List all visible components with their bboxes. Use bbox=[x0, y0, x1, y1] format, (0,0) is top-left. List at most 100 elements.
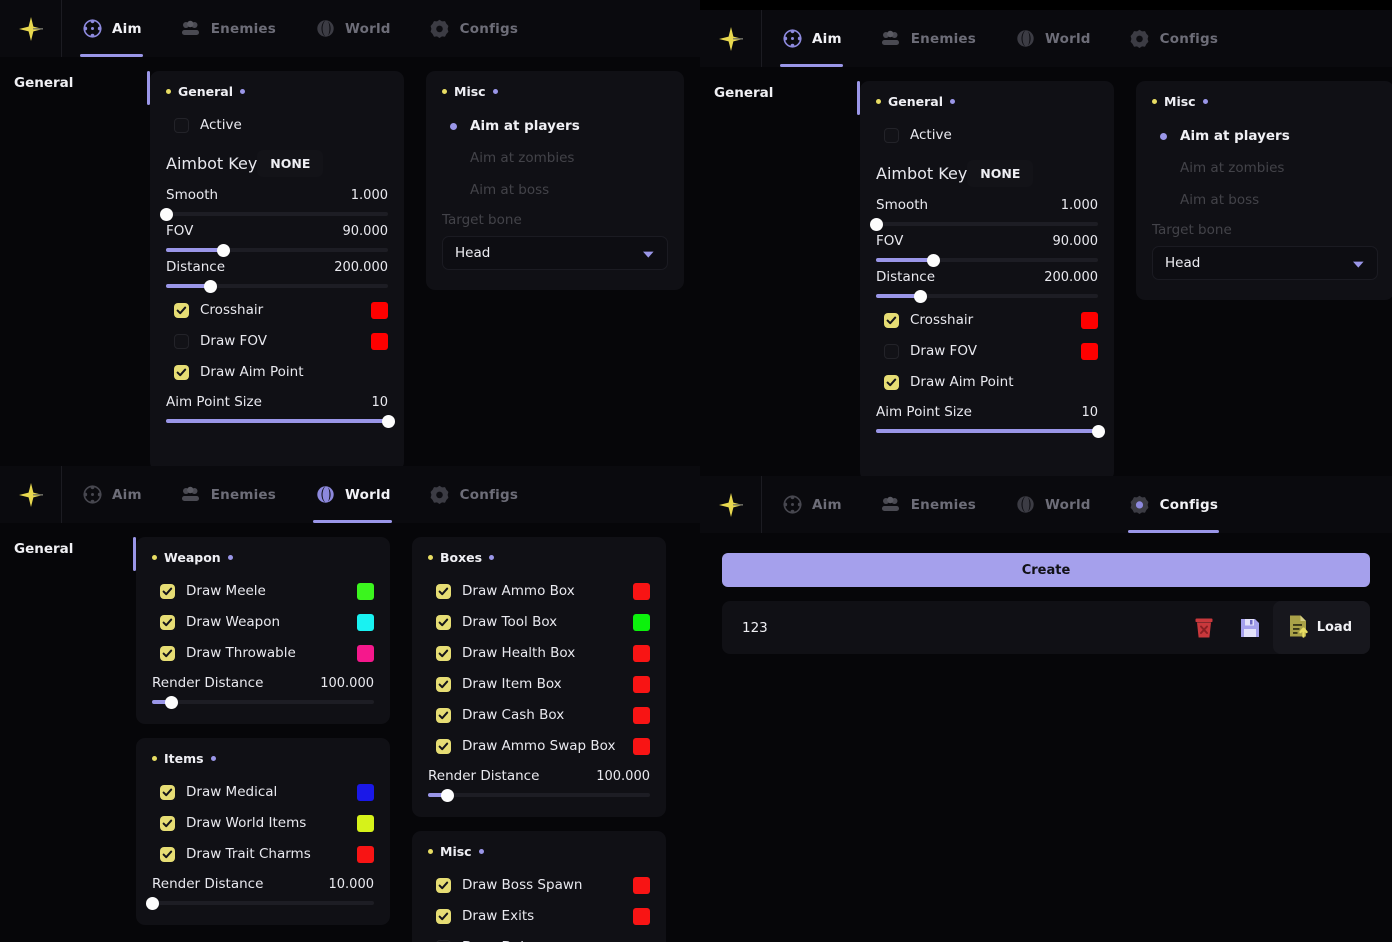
checkbox-checked-icon[interactable] bbox=[174, 302, 189, 318]
color-swatch[interactable] bbox=[633, 706, 650, 724]
toggle-draw-aim-point[interactable]: Draw Aim Point bbox=[876, 367, 1098, 397]
toggle-active[interactable]: Active bbox=[876, 120, 1098, 150]
tab-configs[interactable]: Configs bbox=[410, 466, 537, 523]
slider-aim-point-size[interactable]: Aim Point Size 10 bbox=[166, 394, 395, 428]
color-swatch[interactable] bbox=[633, 613, 650, 631]
toggle-draw-world-items[interactable]: Draw World Items bbox=[152, 808, 374, 838]
slider-knob[interactable] bbox=[1091, 424, 1105, 438]
option-aim-at-players[interactable]: Aim at players bbox=[442, 110, 668, 142]
trash-icon[interactable] bbox=[1181, 601, 1227, 654]
toggle-draw-ammo-box[interactable]: Draw Ammo Box bbox=[428, 576, 650, 606]
slider-track[interactable] bbox=[166, 414, 395, 428]
checkbox-unchecked-icon[interactable] bbox=[884, 127, 899, 143]
color-swatch[interactable] bbox=[1081, 311, 1098, 329]
toggle-draw-medical[interactable]: Draw Medical bbox=[152, 777, 374, 807]
color-swatch[interactable] bbox=[633, 582, 650, 600]
color-swatch[interactable] bbox=[371, 301, 388, 319]
toggle-draw-item-box[interactable]: Draw Item Box bbox=[428, 669, 650, 699]
option-aim-at-boss[interactable]: Aim at boss bbox=[1152, 184, 1378, 216]
slider-fov[interactable]: FOV 90.000 bbox=[166, 223, 388, 257]
toggle-draw-cash-box[interactable]: Draw Cash Box bbox=[428, 700, 650, 730]
toggle-draw-trait-charms[interactable]: Draw Trait Charms bbox=[152, 839, 374, 869]
checkbox-checked-icon[interactable] bbox=[436, 614, 451, 630]
aimbot-key-button[interactable]: NONE bbox=[967, 159, 1034, 187]
option-aim-at-zombies[interactable]: Aim at zombies bbox=[1152, 152, 1378, 184]
toggle-draw-weapon[interactable]: Draw Weapon bbox=[152, 607, 374, 637]
slider-knob[interactable] bbox=[381, 414, 395, 428]
toggle-draw-tool-box[interactable]: Draw Tool Box bbox=[428, 607, 650, 637]
slider-items-render-distance[interactable]: Render Distance 10.000 bbox=[145, 876, 374, 910]
tab-configs[interactable]: Configs bbox=[1110, 476, 1237, 533]
toggle-draw-throwable[interactable]: Draw Throwable bbox=[152, 638, 374, 668]
slider-fov[interactable]: FOV 90.000 bbox=[876, 233, 1098, 267]
color-swatch[interactable] bbox=[1081, 342, 1098, 360]
slider-track[interactable] bbox=[166, 279, 388, 293]
tab-world[interactable]: World bbox=[295, 0, 410, 57]
slider-smooth[interactable]: Smooth 1.000 bbox=[869, 197, 1098, 231]
slider-knob[interactable] bbox=[913, 289, 927, 303]
toggle-crosshair[interactable]: Crosshair bbox=[876, 305, 1098, 335]
checkbox-checked-icon[interactable] bbox=[436, 738, 451, 754]
slider-distance[interactable]: Distance 200.000 bbox=[166, 259, 388, 293]
slider-knob[interactable] bbox=[159, 207, 173, 221]
color-swatch[interactable] bbox=[357, 613, 374, 631]
slider-track[interactable] bbox=[166, 243, 388, 257]
checkbox-unchecked-icon[interactable] bbox=[884, 343, 899, 359]
toggle-draw-exits[interactable]: Draw Exits bbox=[428, 901, 650, 931]
checkbox-checked-icon[interactable] bbox=[436, 583, 451, 599]
checkbox-checked-icon[interactable] bbox=[174, 364, 189, 380]
checkbox-checked-icon[interactable] bbox=[884, 374, 899, 390]
checkbox-checked-icon[interactable] bbox=[436, 707, 451, 723]
aimbot-key-button[interactable]: NONE bbox=[257, 149, 324, 177]
slider-track[interactable] bbox=[876, 424, 1105, 438]
checkbox-checked-icon[interactable] bbox=[160, 614, 175, 630]
slider-knob[interactable] bbox=[145, 896, 159, 910]
create-config-button[interactable]: Create bbox=[722, 553, 1370, 587]
checkbox-checked-icon[interactable] bbox=[436, 645, 451, 661]
select-target-bone[interactable]: Head bbox=[442, 236, 668, 270]
checkbox-unchecked-icon[interactable] bbox=[174, 333, 189, 349]
slider-knob[interactable] bbox=[217, 243, 231, 257]
color-swatch[interactable] bbox=[633, 737, 650, 755]
toggle-draw-aim-point[interactable]: Draw Aim Point bbox=[166, 357, 388, 387]
checkbox-unchecked-icon[interactable] bbox=[174, 117, 189, 133]
slider-aim-point-size[interactable]: Aim Point Size 10 bbox=[876, 404, 1105, 438]
toggle-draw-ammo-swap-box[interactable]: Draw Ammo Swap Box bbox=[428, 731, 650, 761]
tab-enemies[interactable]: Enemies bbox=[861, 10, 995, 67]
slider-smooth[interactable]: Smooth 1.000 bbox=[159, 187, 388, 221]
tab-aim[interactable]: Aim bbox=[762, 476, 861, 533]
tab-world[interactable]: World bbox=[995, 476, 1110, 533]
color-swatch[interactable] bbox=[357, 644, 374, 662]
config-name[interactable]: 123 bbox=[742, 620, 768, 636]
slider-track[interactable] bbox=[145, 896, 374, 910]
slider-knob[interactable] bbox=[165, 695, 179, 709]
checkbox-checked-icon[interactable] bbox=[160, 815, 175, 831]
color-swatch[interactable] bbox=[357, 845, 374, 863]
tab-aim[interactable]: Aim bbox=[62, 466, 161, 523]
toggle-active[interactable]: Active bbox=[166, 110, 388, 140]
slider-weapon-render-distance[interactable]: Render Distance 100.000 bbox=[152, 675, 374, 709]
slider-track[interactable] bbox=[869, 217, 1098, 231]
checkbox-checked-icon[interactable] bbox=[160, 846, 175, 862]
tab-configs[interactable]: Configs bbox=[410, 0, 537, 57]
slider-knob[interactable] bbox=[927, 253, 941, 267]
color-swatch[interactable] bbox=[633, 907, 650, 925]
checkbox-checked-icon[interactable] bbox=[436, 877, 451, 893]
sidebar-item-general[interactable]: General bbox=[14, 537, 136, 561]
checkbox-checked-icon[interactable] bbox=[160, 784, 175, 800]
tab-configs[interactable]: Configs bbox=[1110, 10, 1237, 67]
toggle-draw-fov[interactable]: Draw FOV bbox=[166, 326, 388, 356]
tab-world[interactable]: World bbox=[295, 466, 410, 523]
slider-knob[interactable] bbox=[441, 788, 455, 802]
toggle-draw-boss-spawn[interactable]: Draw Boss Spawn bbox=[428, 870, 650, 900]
slider-knob[interactable] bbox=[203, 279, 217, 293]
toggle-crosshair[interactable]: Crosshair bbox=[166, 295, 388, 325]
color-swatch[interactable] bbox=[633, 876, 650, 894]
load-config-button[interactable]: Load bbox=[1272, 601, 1370, 654]
sidebar-item-general[interactable]: General bbox=[14, 71, 150, 95]
slider-track[interactable] bbox=[876, 253, 1098, 267]
slider-track[interactable] bbox=[152, 695, 374, 709]
checkbox-checked-icon[interactable] bbox=[436, 908, 451, 924]
option-aim-at-boss[interactable]: Aim at boss bbox=[442, 174, 668, 206]
slider-distance[interactable]: Distance 200.000 bbox=[876, 269, 1098, 303]
